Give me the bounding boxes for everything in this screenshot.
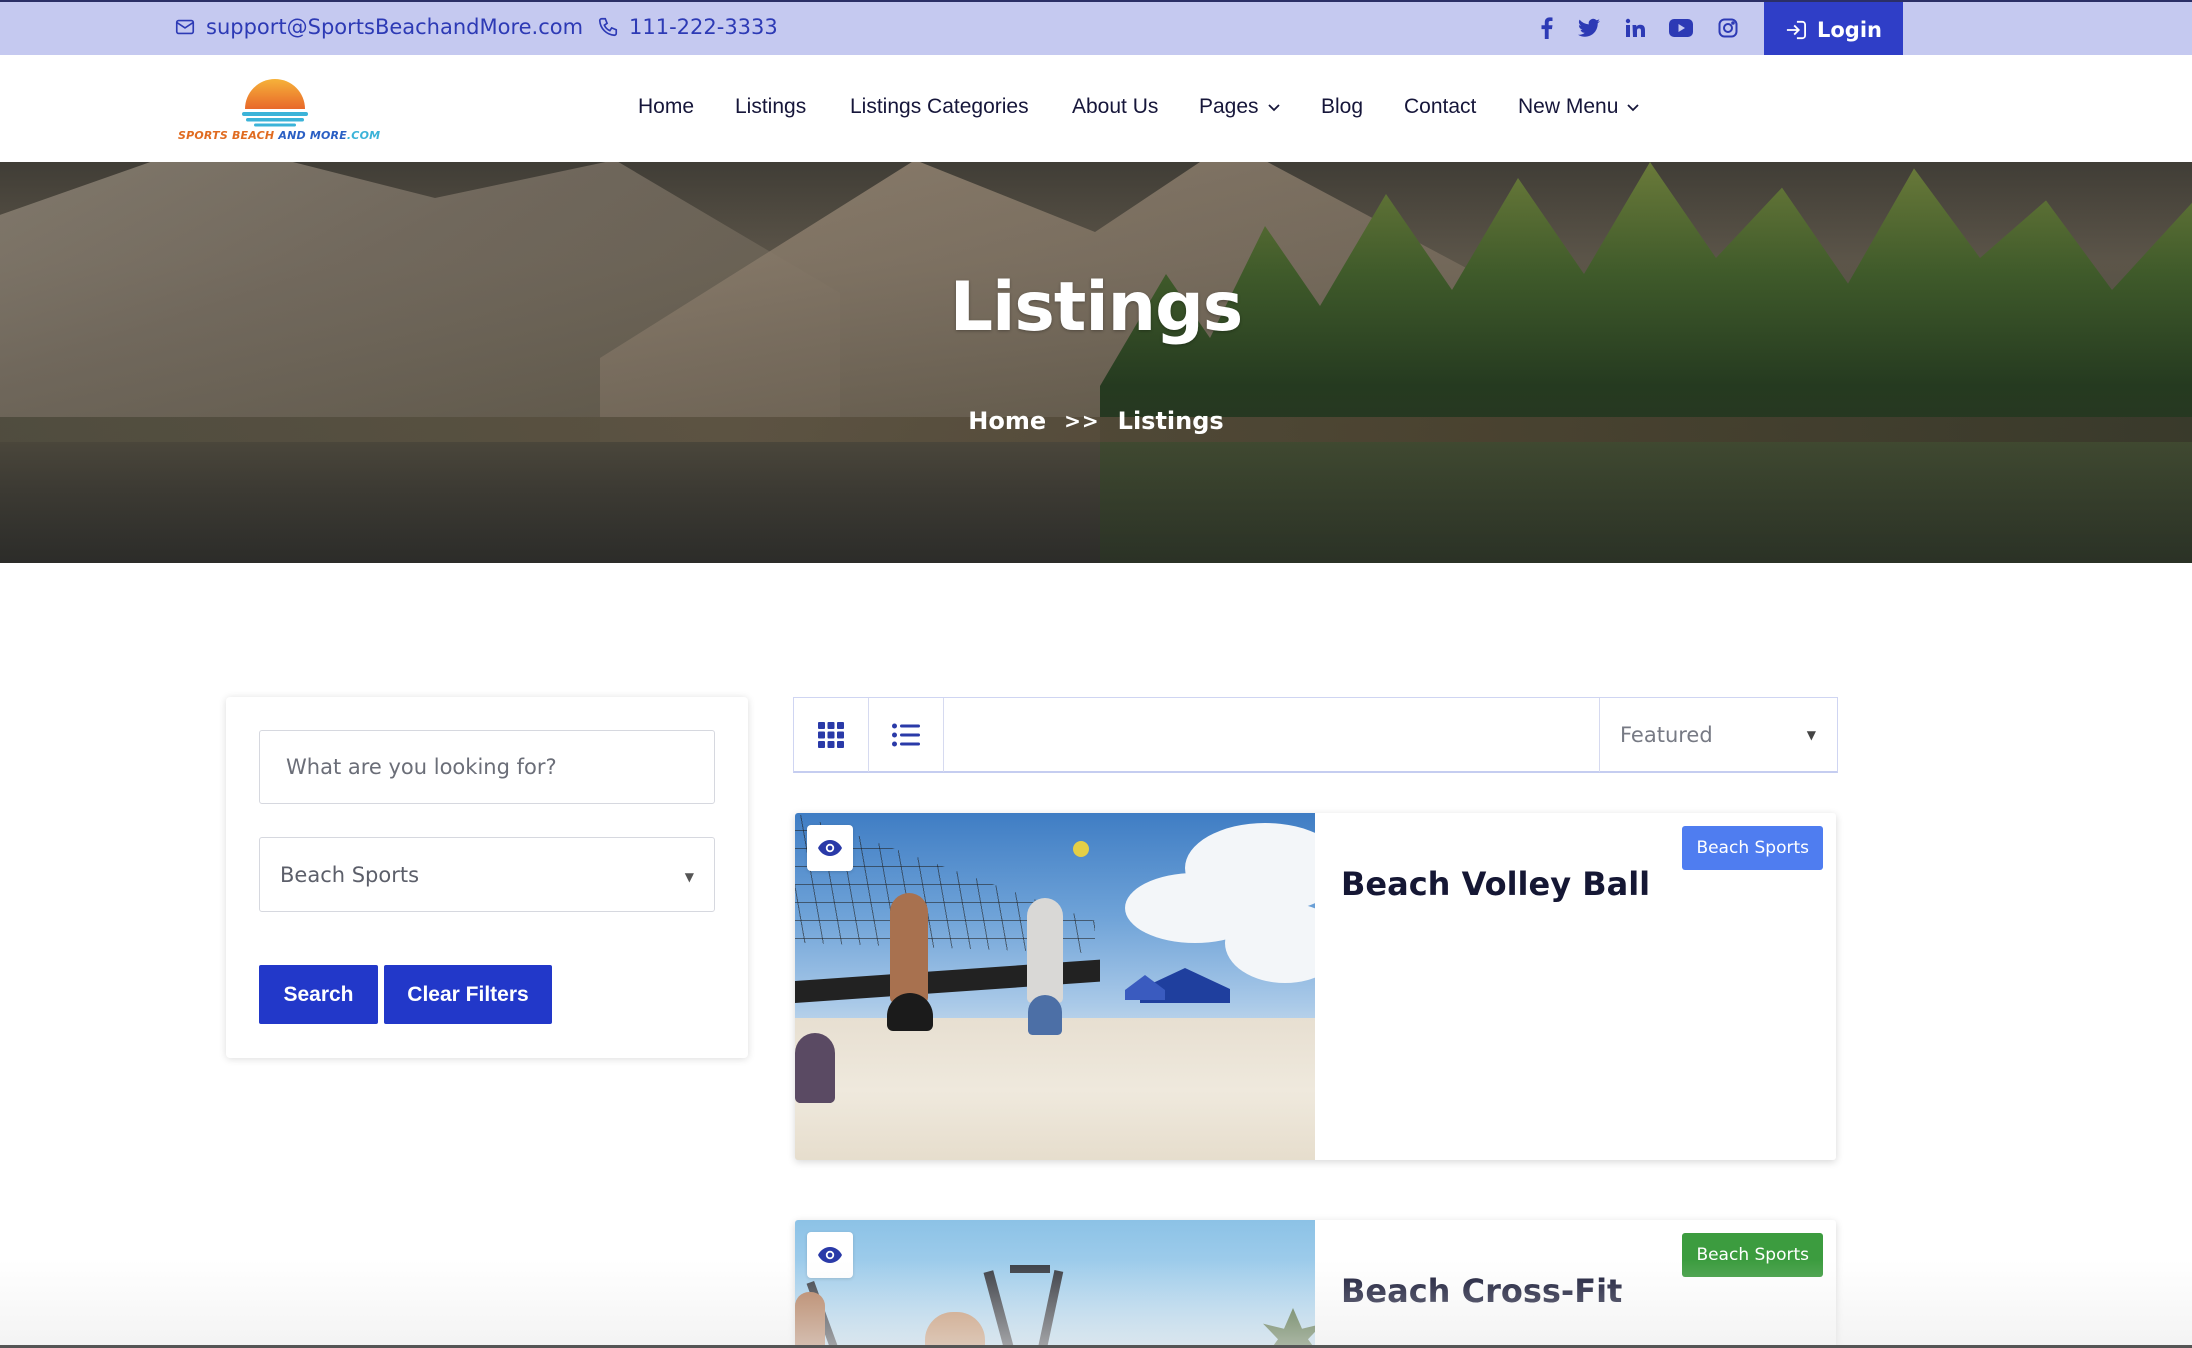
caret-down-icon: ▼ bbox=[1806, 728, 1816, 742]
clear-filters-button[interactable]: Clear Filters bbox=[384, 965, 552, 1024]
photo-player bbox=[1027, 898, 1063, 1003]
caret-down-icon: ▼ bbox=[684, 870, 694, 884]
nav-listings-categories-label: Listings Categories bbox=[850, 95, 1029, 118]
nav-home[interactable]: Home bbox=[638, 95, 694, 119]
phone-icon bbox=[598, 17, 618, 37]
nav-new-menu-label: New Menu bbox=[1518, 95, 1619, 118]
breadcrumb: Home >> Listings bbox=[0, 407, 2192, 435]
nav-listings[interactable]: Listings bbox=[735, 95, 806, 119]
logo-text-part2: AND MORE bbox=[274, 129, 347, 142]
photo-spectator bbox=[795, 1033, 835, 1103]
email-text: support@SportsBeachandMore.com bbox=[206, 15, 584, 39]
logo-text-part1: SPORTS BEACH bbox=[178, 129, 275, 142]
listing-photo-beach-volleyball[interactable] bbox=[795, 813, 1315, 1160]
breadcrumb-separator: >> bbox=[1064, 409, 1100, 433]
facebook-icon[interactable] bbox=[1535, 16, 1559, 40]
category-select[interactable]: Beach Sports ▼ bbox=[259, 837, 715, 912]
photo-rig bbox=[1010, 1265, 1050, 1273]
site-logo[interactable]: SPORTS BEACH AND MORE.COM bbox=[176, 72, 380, 152]
nav-about-us-label: About Us bbox=[1072, 95, 1159, 118]
quick-view-button[interactable] bbox=[807, 1232, 853, 1278]
category-badge[interactable]: Beach Sports bbox=[1682, 826, 1823, 870]
photo-player-shorts bbox=[1028, 995, 1062, 1035]
nav-contact[interactable]: Contact bbox=[1404, 95, 1476, 119]
filter-panel: Beach Sports ▼ Search Clear Filters bbox=[226, 697, 748, 1058]
nav-pages[interactable]: Pages bbox=[1199, 95, 1281, 119]
category-badge[interactable]: Beach Sports bbox=[1682, 1233, 1823, 1277]
nav-listings-label: Listings bbox=[735, 95, 807, 118]
search-input[interactable] bbox=[259, 730, 715, 804]
grid-icon bbox=[818, 722, 844, 748]
instagram-icon[interactable] bbox=[1716, 16, 1740, 40]
category-select-value: Beach Sports bbox=[280, 862, 420, 887]
linkedin-icon[interactable] bbox=[1623, 16, 1647, 40]
sort-select[interactable]: Featured ▼ bbox=[1599, 698, 1838, 772]
nav-listings-categories[interactable]: Listings Categories bbox=[850, 95, 1029, 119]
phone-text: 111-222-3333 bbox=[629, 15, 778, 39]
listing-title[interactable]: Beach Cross-Fit bbox=[1341, 1272, 1622, 1310]
email-link[interactable]: support@SportsBeachandMore.com bbox=[174, 15, 583, 39]
listing-card[interactable]: Beach Sports Beach Volley Ball bbox=[795, 813, 1836, 1160]
phone-link[interactable]: 111-222-3333 bbox=[597, 15, 778, 39]
sunset-logo-icon bbox=[242, 79, 308, 127]
listing-card[interactable]: Beach Sports Beach Cross-Fit bbox=[795, 1220, 1836, 1348]
youtube-icon[interactable] bbox=[1669, 16, 1693, 40]
photo-ball bbox=[1073, 841, 1089, 857]
top-bar: support@SportsBeachandMore.com 111-222-3… bbox=[0, 0, 2192, 57]
nav-blog[interactable]: Blog bbox=[1321, 95, 1363, 119]
nav-contact-label: Contact bbox=[1404, 95, 1477, 118]
listing-title[interactable]: Beach Volley Ball bbox=[1341, 865, 1650, 903]
sort-select-value: Featured bbox=[1620, 723, 1713, 747]
nav-pages-label: Pages bbox=[1199, 95, 1259, 118]
photo-sand bbox=[795, 1018, 1315, 1160]
nav-about-us[interactable]: About Us bbox=[1072, 95, 1158, 119]
nav-home-label: Home bbox=[638, 95, 695, 118]
search-button[interactable]: Search bbox=[259, 965, 378, 1024]
main-navbar: SPORTS BEACH AND MORE.COM Home Listings … bbox=[0, 55, 2192, 162]
eye-icon bbox=[818, 840, 842, 856]
photo-player-shorts bbox=[887, 993, 933, 1031]
page-hero-banner: Listings Home >> Listings bbox=[0, 162, 2192, 563]
breadcrumb-current: Listings bbox=[1117, 407, 1224, 435]
login-button[interactable]: Login bbox=[1764, 2, 1903, 57]
sign-in-icon bbox=[1786, 20, 1806, 39]
photo-player bbox=[890, 893, 928, 1003]
envelope-icon bbox=[175, 19, 195, 35]
quick-view-button[interactable] bbox=[807, 825, 853, 871]
listings-toolbar: Featured ▼ bbox=[793, 697, 1838, 773]
photo-person bbox=[795, 1292, 825, 1348]
breadcrumb-home[interactable]: Home bbox=[968, 407, 1046, 435]
grid-view-button[interactable] bbox=[794, 698, 869, 772]
login-label: Login bbox=[1817, 17, 1882, 42]
page-title: Listings bbox=[949, 268, 1244, 347]
hero-lake bbox=[0, 442, 2192, 563]
list-icon bbox=[892, 723, 920, 747]
eye-icon bbox=[818, 1247, 842, 1263]
listing-photo-beach-crossfit[interactable] bbox=[795, 1220, 1315, 1348]
twitter-icon[interactable] bbox=[1577, 16, 1601, 40]
chevron-down-icon bbox=[1267, 104, 1280, 112]
logo-wordmark: SPORTS BEACH AND MORE.COM bbox=[178, 129, 380, 142]
chevron-down-icon bbox=[1627, 104, 1640, 112]
nav-blog-label: Blog bbox=[1321, 95, 1364, 118]
logo-text-part3: .COM bbox=[346, 129, 381, 142]
list-view-button[interactable] bbox=[869, 698, 944, 772]
nav-new-menu[interactable]: New Menu bbox=[1518, 95, 1640, 119]
